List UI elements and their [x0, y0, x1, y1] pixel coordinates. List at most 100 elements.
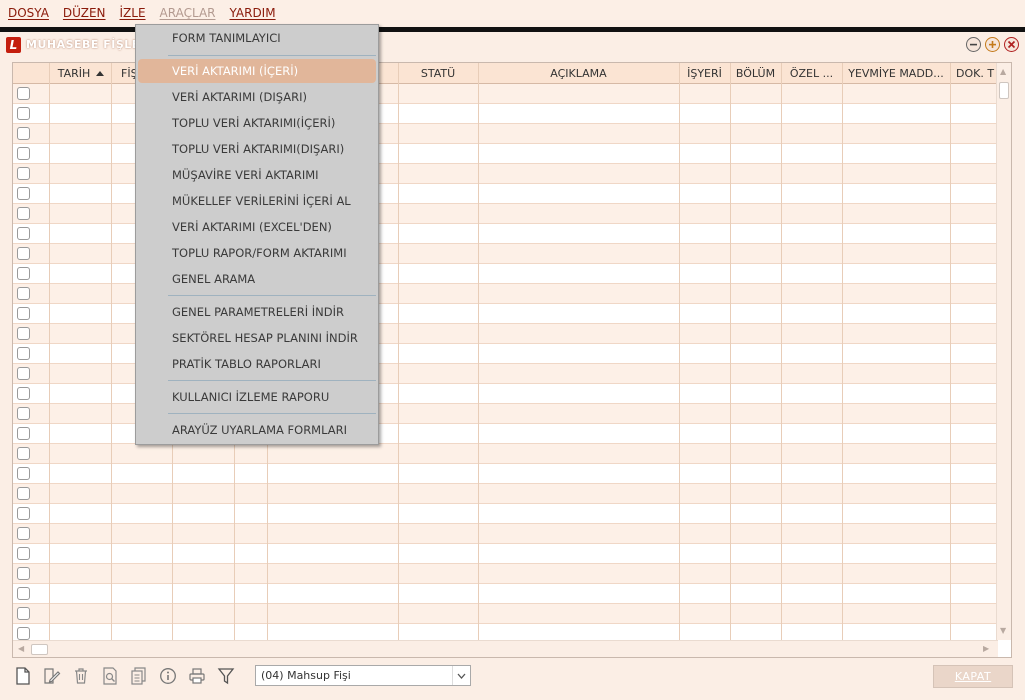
row-checkbox[interactable] [17, 407, 30, 420]
table-row[interactable] [13, 544, 998, 564]
row-checkbox[interactable] [17, 447, 30, 460]
new-document-icon[interactable] [14, 667, 32, 685]
table-row[interactable] [13, 564, 998, 584]
row-checkbox[interactable] [17, 507, 30, 520]
row-checkbox[interactable] [17, 547, 30, 560]
scroll-up-icon[interactable]: ▲ [1000, 67, 1006, 76]
delete-icon[interactable] [72, 667, 90, 685]
print-icon[interactable] [188, 667, 206, 685]
menu-yardim[interactable]: YARDIM [222, 6, 282, 20]
menu-item-toplu-rapor-form-aktarimi[interactable]: TOPLU RAPOR/FORM AKTARIMI [138, 241, 376, 265]
table-row[interactable] [13, 484, 998, 504]
menu-item-veri-aktarimi-iceri[interactable]: VERİ AKTARIMI (İÇERİ) [138, 59, 376, 83]
row-checkbox[interactable] [17, 387, 30, 400]
menu-item-kullanici-izleme-raporu[interactable]: KULLANICI İZLEME RAPORU [138, 385, 376, 409]
column-header-bolum[interactable]: BÖLÜM [730, 63, 781, 84]
menu-item-pratik-tablo-raporlari[interactable]: PRATİK TABLO RAPORLARI [138, 352, 376, 376]
row-checkbox[interactable] [17, 587, 30, 600]
table-row[interactable] [13, 584, 998, 604]
vertical-scrollbar[interactable]: ▲ ▼ [996, 63, 1011, 640]
row-checkbox[interactable] [17, 607, 30, 620]
row-checkbox[interactable] [17, 427, 30, 440]
column-header-aciklama[interactable]: AÇIKLAMA [478, 63, 679, 84]
row-checkbox[interactable] [17, 487, 30, 500]
menu-dosya[interactable]: DOSYA [0, 6, 55, 20]
horizontal-scrollbar[interactable]: ◀ ▶ [13, 640, 998, 657]
close-icon[interactable] [1004, 37, 1019, 52]
info-icon[interactable] [159, 667, 177, 685]
row-checkbox[interactable] [17, 627, 30, 640]
close-button[interactable]: KAPAT [933, 665, 1013, 688]
menu-item-mukellef-verilerini-iceri-al[interactable]: MÜKELLEF VERİLERİNİ İÇERİ AL [138, 189, 376, 213]
row-checkbox[interactable] [17, 567, 30, 580]
row-checkbox[interactable] [17, 307, 30, 320]
row-checkbox[interactable] [17, 87, 30, 100]
table-row[interactable] [13, 504, 998, 524]
row-checkbox[interactable] [17, 467, 30, 480]
column-divider [49, 63, 50, 640]
horizontal-scroll-thumb[interactable] [31, 644, 48, 655]
copy-icon[interactable] [130, 667, 148, 685]
column-header-ozel[interactable]: ÖZEL ... [781, 63, 842, 84]
row-checkbox[interactable] [17, 347, 30, 360]
row-checkbox[interactable] [17, 107, 30, 120]
chevron-down-icon[interactable] [452, 666, 470, 685]
bottom-toolbar [0, 660, 1025, 700]
row-checkbox[interactable] [17, 247, 30, 260]
column-divider [950, 63, 951, 640]
preview-icon[interactable] [101, 667, 119, 685]
sort-ascending-icon [96, 70, 105, 76]
maximize-icon[interactable] [985, 37, 1000, 52]
row-checkbox[interactable] [17, 187, 30, 200]
column-header-isyeri[interactable]: İŞYERİ [679, 63, 730, 84]
document-type-select[interactable]: (04) Mahsup Fişi [255, 665, 471, 686]
column-header-yevmiye[interactable]: YEVMİYE MADD... [842, 63, 950, 84]
edit-icon[interactable] [43, 667, 61, 685]
column-header-tarih[interactable]: TARİH [49, 63, 113, 84]
menu-separator [168, 413, 376, 414]
menu-separator [168, 55, 376, 56]
minimize-icon[interactable] [966, 37, 981, 52]
table-row[interactable] [13, 444, 998, 464]
menu-item-toplu-veri-aktarimi-disari[interactable]: TOPLU VERİ AKTARIMI(DIŞARI) [138, 137, 376, 161]
menu-item-form-tanimlayici[interactable]: FORM TANIMLAYICI [138, 26, 376, 50]
row-checkbox[interactable] [17, 267, 30, 280]
menu-duzen[interactable]: DÜZEN [55, 6, 112, 20]
column-header-dok[interactable]: DOK. T [950, 63, 998, 84]
menu-bar: DOSYA DÜZEN İZLE ARAÇLAR YARDIM [0, 0, 1025, 26]
scroll-right-icon[interactable]: ▶ [983, 644, 989, 653]
row-checkbox[interactable] [17, 527, 30, 540]
row-checkbox[interactable] [17, 147, 30, 160]
row-checkbox[interactable] [17, 367, 30, 380]
menu-item-sektorel-hesap-plani-indir[interactable]: SEKTÖREL HESAP PLANINI İNDİR [138, 326, 376, 350]
filter-icon[interactable] [217, 667, 235, 685]
column-divider [730, 63, 731, 640]
row-checkbox[interactable] [17, 327, 30, 340]
table-row[interactable] [13, 524, 998, 544]
menu-separator [168, 380, 376, 381]
row-checkbox[interactable] [17, 167, 30, 180]
menu-izle[interactable]: İZLE [112, 6, 152, 20]
menu-item-toplu-veri-aktarimi-iceri[interactable]: TOPLU VERİ AKTARIMI(İÇERİ) [138, 111, 376, 135]
row-checkbox[interactable] [17, 127, 30, 140]
menu-item-musavire-veri-aktarimi[interactable]: MÜŞAVİRE VERİ AKTARIMI [138, 163, 376, 187]
table-row[interactable] [13, 604, 998, 624]
column-divider [478, 63, 479, 640]
scroll-left-icon[interactable]: ◀ [18, 644, 24, 653]
table-row[interactable] [13, 464, 998, 484]
menu-item-genel-parametreleri-indir[interactable]: GENEL PARAMETRELERİ İNDİR [138, 300, 376, 324]
column-header-statu[interactable]: STATÜ [398, 63, 478, 84]
app-logo: L [6, 37, 21, 53]
menu-item-veri-aktarimi-excel[interactable]: VERİ AKTARIMI (EXCEL'DEN) [138, 215, 376, 239]
menu-item-veri-aktarimi-disari[interactable]: VERİ AKTARIMI (DIŞARI) [138, 85, 376, 109]
row-checkbox[interactable] [17, 207, 30, 220]
row-checkbox[interactable] [17, 287, 30, 300]
row-checkbox[interactable] [17, 227, 30, 240]
vertical-scroll-thumb[interactable] [999, 82, 1009, 99]
menu-item-arayuz-uyarlama-formlari[interactable]: ARAYÜZ UYARLAMA FORMLARI [138, 418, 376, 442]
menu-araclar[interactable]: ARAÇLAR [152, 6, 222, 20]
menu-item-genel-arama[interactable]: GENEL ARAMA [138, 267, 376, 291]
scroll-down-icon[interactable]: ▼ [1000, 626, 1006, 635]
table-row[interactable] [13, 624, 998, 640]
araclar-dropdown-menu: FORM TANIMLAYICI VERİ AKTARIMI (İÇERİ) V… [135, 24, 379, 445]
